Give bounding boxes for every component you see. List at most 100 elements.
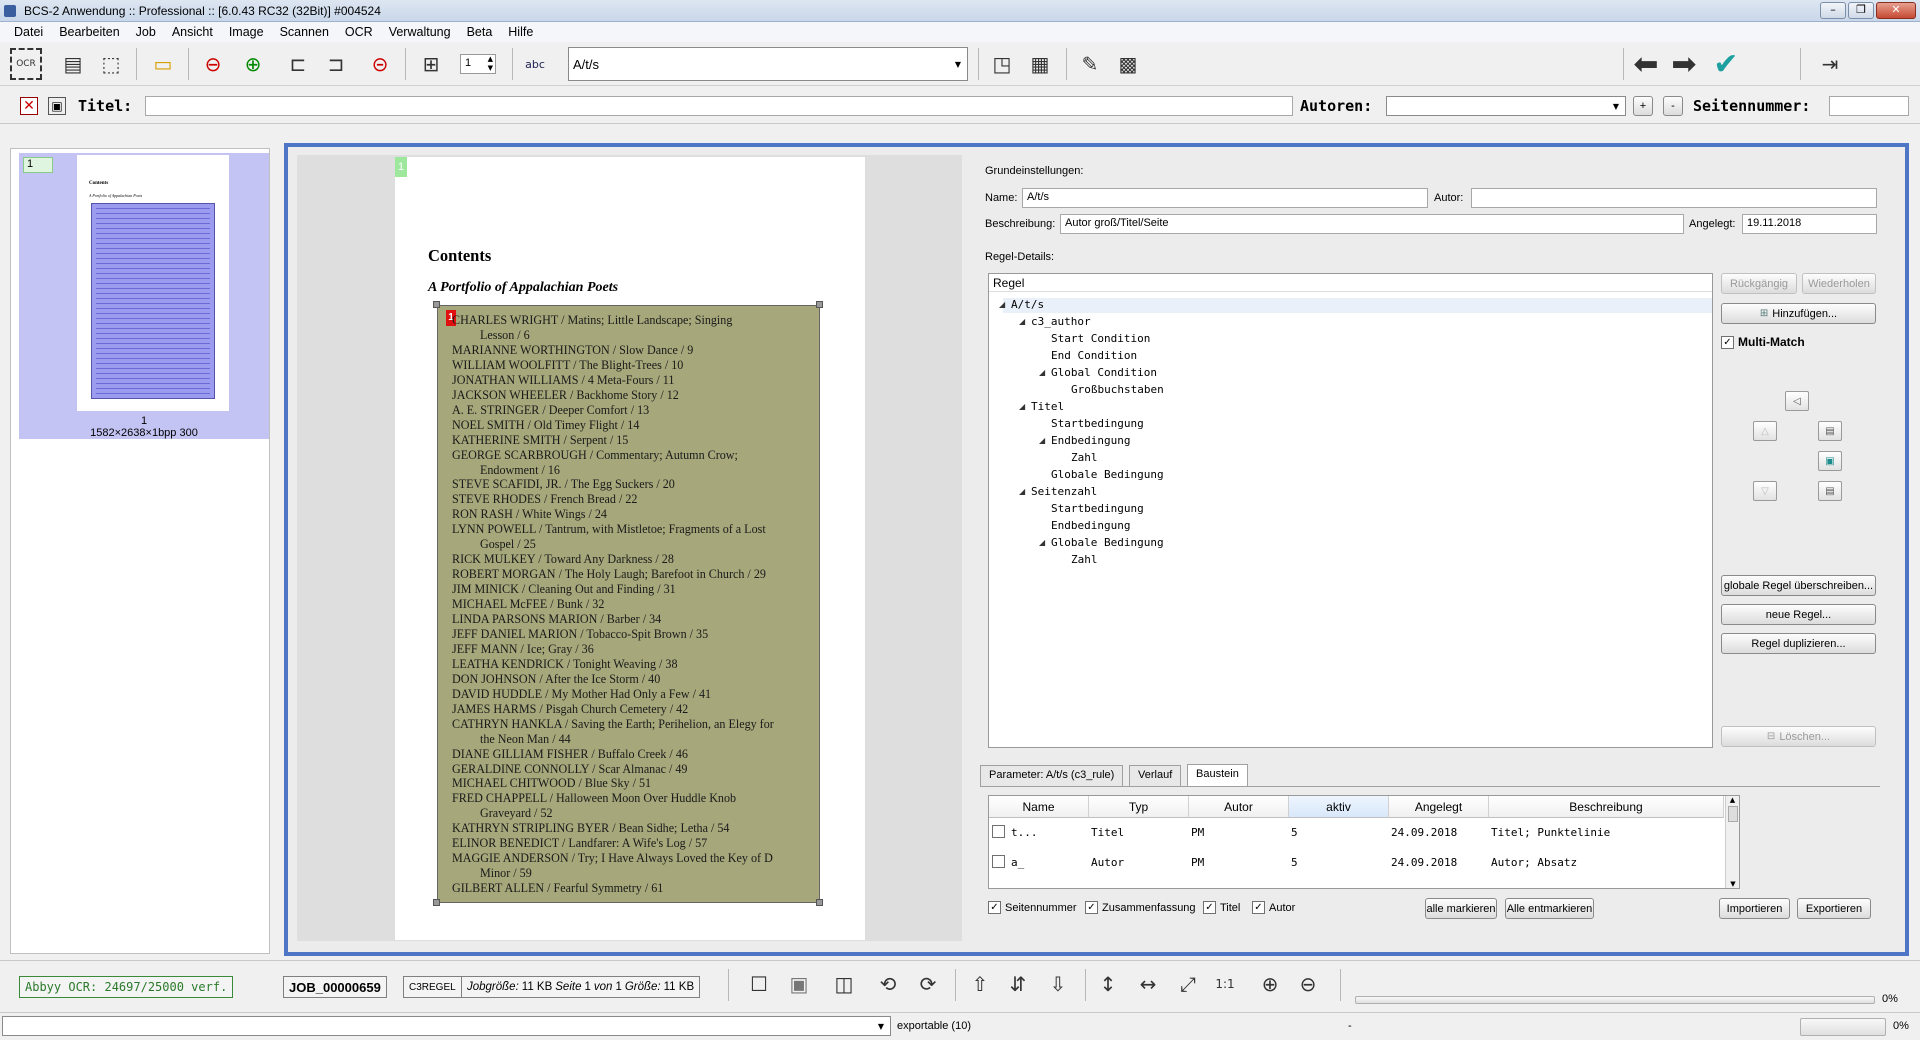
undo-button[interactable]: Rückgängig <box>1721 273 1797 294</box>
tree-node[interactable]: Zahl <box>1071 451 1098 464</box>
tree-node[interactable]: Titel <box>1031 400 1064 413</box>
actual-size-icon[interactable]: 1:1 <box>1207 966 1243 1002</box>
menu-scannen[interactable]: Scannen <box>272 25 337 39</box>
unmark-all-button[interactable]: Alle entmarkieren <box>1505 898 1594 919</box>
exit-icon[interactable]: ⇥ <box>1812 46 1848 82</box>
minimize-button[interactable]: – <box>1820 2 1846 19</box>
row-checkbox[interactable] <box>992 825 1005 838</box>
menu-verwaltung[interactable]: Verwaltung <box>381 25 459 39</box>
tree-node[interactable]: End Condition <box>1051 349 1137 362</box>
delete-zone-icon[interactable]: ⊝ <box>362 46 398 82</box>
tree-node[interactable]: Start Condition <box>1051 332 1150 345</box>
tab-baustein[interactable]: Baustein <box>1187 764 1248 786</box>
menu-datei[interactable]: Datei <box>6 25 51 39</box>
zone-select-icon[interactable]: ⊞ <box>413 46 449 82</box>
col-typ[interactable]: Typ <box>1089 796 1189 818</box>
autor-input[interactable] <box>1471 188 1877 208</box>
deskew-icon[interactable]: ⟳ <box>910 966 946 1002</box>
spin-arrows-icon[interactable]: ▲ ▼ <box>488 55 493 73</box>
remove-zone-icon[interactable]: ⊖ <box>195 46 231 82</box>
table-scrollbar[interactable]: ▲ ▼ <box>1725 796 1739 888</box>
close-window-button[interactable]: ✕ <box>1876 2 1916 19</box>
tree-node[interactable]: c3_author <box>1031 315 1091 328</box>
rule-list-icon[interactable]: ▤ <box>1818 481 1842 501</box>
tab-parameter[interactable]: Parameter: A/t/s (c3_rule) <box>980 765 1124 786</box>
ocr-zone-icon[interactable]: OCR <box>10 48 42 80</box>
arrow-right-icon[interactable]: ➡ <box>1666 46 1702 82</box>
tree-node[interactable]: A/t/s <box>1011 298 1044 311</box>
ocr-page-icon[interactable]: ▤ <box>55 46 91 82</box>
tree-node[interactable]: Seitenzahl <box>1031 485 1097 498</box>
filter-zusammenfassung[interactable]: ✓ Zusammenfassung <box>1085 901 1196 914</box>
duplicate-rule-button[interactable]: Regel duplizieren... <box>1721 633 1876 654</box>
checkbox-icon[interactable]: ✓ <box>1203 901 1216 914</box>
tab-verlauf[interactable]: Verlauf <box>1129 765 1182 786</box>
fit-height-icon[interactable]: ↕ <box>1090 966 1126 1002</box>
crop-icon[interactable]: ◳ <box>984 46 1020 82</box>
zoom-in-icon[interactable]: ⊕ <box>1252 966 1288 1002</box>
tree-node[interactable]: Zahl <box>1071 553 1098 566</box>
rule-combo[interactable]: A/t/s ▼ <box>568 47 968 81</box>
rotate-icon[interactable]: ⟲ <box>870 966 906 1002</box>
multi-match-checkbox[interactable]: ✓ Multi-Match <box>1721 335 1805 349</box>
edit-grid-icon[interactable]: ▩ <box>1110 46 1146 82</box>
col-name[interactable]: Name <box>989 796 1089 818</box>
page-link-icon[interactable]: ⇵ <box>1000 966 1036 1002</box>
expand-arrow-icon[interactable]: ◢ <box>1039 538 1045 547</box>
tree-node[interactable]: Globale Bedingung <box>1051 536 1164 549</box>
fit-width-icon[interactable]: ↔ <box>1130 966 1166 1002</box>
scroll-up-icon[interactable]: ▲ <box>1726 796 1739 804</box>
zone-handle[interactable] <box>433 899 440 906</box>
expand-arrow-icon[interactable]: ◢ <box>1019 317 1025 326</box>
checkbox-icon[interactable]: ✓ <box>988 901 1001 914</box>
chevron-down-icon[interactable]: ▼ <box>874 1017 888 1035</box>
col-beschreibung[interactable]: Beschreibung <box>1489 796 1724 818</box>
delete-button[interactable]: ⊟ Löschen... <box>1721 726 1876 747</box>
import-button[interactable]: Importieren <box>1719 898 1790 919</box>
expand-arrow-icon[interactable]: ◢ <box>1019 487 1025 496</box>
page-down-icon[interactable]: ⇩ <box>1040 966 1076 1002</box>
add-button[interactable]: ⊞ Hinzufügen... <box>1721 303 1876 324</box>
fit-page-icon[interactable]: ⤢ <box>1170 966 1206 1002</box>
baustein-table[interactable]: Name Typ Autor aktiv Angelegt Beschreibu… <box>988 795 1740 889</box>
zoom-out-icon[interactable]: ⊖ <box>1290 966 1326 1002</box>
expand-arrow-icon[interactable]: ◢ <box>999 300 1005 309</box>
redo-button[interactable]: Wiederholen <box>1802 273 1876 294</box>
menu-ocr[interactable]: OCR <box>337 25 381 39</box>
add-zone-icon[interactable]: ⊕ <box>235 46 271 82</box>
scroll-down-icon[interactable]: ▼ <box>1726 880 1740 888</box>
page-curl-icon[interactable]: ◫ <box>826 966 862 1002</box>
zone-handle[interactable] <box>816 899 823 906</box>
move-up-icon[interactable]: △ <box>1753 421 1777 441</box>
checkbox-icon[interactable]: ✓ <box>1252 901 1265 914</box>
save-icon[interactable]: ▣ <box>48 97 66 115</box>
mark-all-button[interactable]: alle markieren <box>1425 898 1497 919</box>
zone-handle[interactable] <box>816 301 823 308</box>
add-author-button[interactable]: + <box>1633 96 1653 116</box>
checkmark-icon[interactable]: ✔ <box>1708 46 1744 82</box>
menu-job[interactable]: Job <box>128 25 164 39</box>
chevron-down-icon[interactable]: ▼ <box>951 48 965 80</box>
maximize-button[interactable]: ❐ <box>1848 2 1874 19</box>
remove-author-button[interactable]: - <box>1663 96 1683 116</box>
name-input[interactable]: A/t/s <box>1022 188 1428 208</box>
edit-icon[interactable]: ✎ <box>1072 46 1108 82</box>
col-aktiv[interactable]: aktiv <box>1289 796 1389 818</box>
checkbox-icon[interactable]: ✓ <box>1085 901 1098 914</box>
chevron-down-icon[interactable]: ▼ <box>1609 97 1623 115</box>
angelegt-input[interactable]: 19.11.2018 <box>1742 214 1877 234</box>
scroll-thumb[interactable] <box>1727 806 1738 822</box>
move-down-icon[interactable]: ▽ <box>1753 481 1777 501</box>
tree-node[interactable]: Global Condition <box>1051 366 1157 379</box>
beschreibung-input[interactable]: Autor groß/Titel/Seite <box>1060 214 1684 234</box>
grid-icon[interactable]: ▦ <box>1022 46 1058 82</box>
expand-arrow-icon[interactable]: ◢ <box>1019 402 1025 411</box>
export-button[interactable]: Exportieren <box>1797 898 1871 919</box>
expand-arrow-icon[interactable]: ◢ <box>1039 436 1045 445</box>
menu-hilfe[interactable]: Hilfe <box>500 25 541 39</box>
new-rule-button[interactable]: neue Regel... <box>1721 604 1876 625</box>
filter-titel[interactable]: ✓ Titel <box>1203 901 1240 914</box>
page-up-icon[interactable]: ⇧ <box>962 966 998 1002</box>
abc-recognize-icon[interactable]: abc <box>517 46 553 82</box>
ocr-all-icon[interactable]: ⬚ <box>93 46 129 82</box>
